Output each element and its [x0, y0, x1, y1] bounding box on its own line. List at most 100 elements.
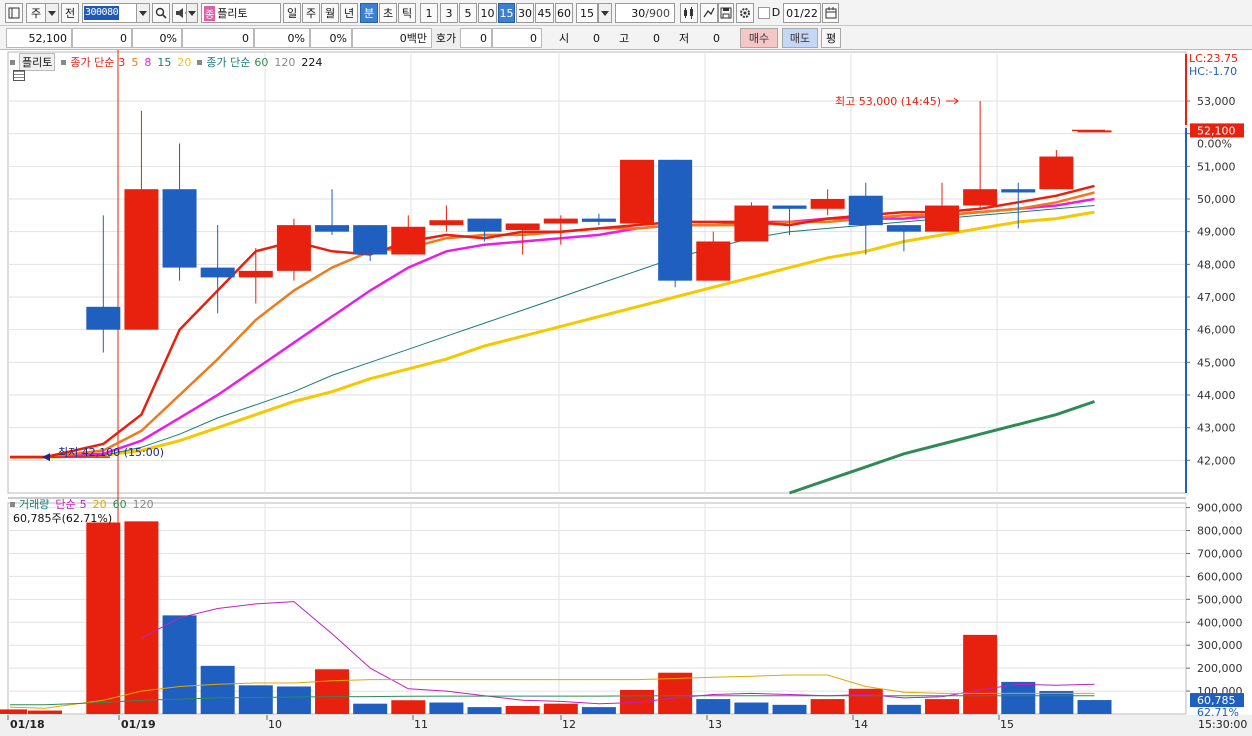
line-tool-icon[interactable]	[700, 3, 718, 23]
chart-area[interactable]: 42,000 43,000 44,000 45,000 46,000 47,000 48,0…	[0, 50, 1252, 736]
period-tab[interactable]: 분	[360, 3, 378, 23]
buy-button[interactable]: 매수	[740, 28, 778, 48]
time-axis-label: 14	[854, 718, 868, 731]
volume-bar	[581, 707, 616, 714]
zero-pct: 0.00%	[1197, 137, 1232, 150]
price-axis-label: 47,000	[1197, 291, 1236, 304]
ma-period-224: 224	[301, 55, 323, 69]
candle-body	[1039, 156, 1074, 190]
prev-button[interactable]: 전	[61, 3, 79, 23]
period-tab[interactable]: 틱	[398, 3, 416, 23]
d-checkbox[interactable]	[758, 7, 770, 19]
speaker-dropdown[interactable]	[186, 3, 198, 23]
volume-bar	[848, 688, 883, 714]
last-price-text: 52,100	[1197, 124, 1236, 137]
volume-bar	[353, 703, 388, 714]
legend-box-icon	[197, 59, 203, 65]
pyeong-button[interactable]: 평	[821, 28, 841, 48]
volume-bar	[734, 702, 769, 714]
candle-body	[963, 189, 998, 206]
candle-body	[925, 205, 960, 232]
volume-bar	[0, 709, 27, 714]
window-icon[interactable]	[5, 3, 23, 23]
count-total: /900	[645, 6, 670, 20]
volume-bar	[620, 689, 655, 714]
grid-toggle-icon[interactable]	[13, 70, 25, 81]
volume-bar	[1001, 681, 1036, 714]
ma-period-15: 15	[157, 55, 172, 69]
interval-dropdown[interactable]	[598, 3, 612, 23]
hoga-label: 호가	[432, 28, 460, 48]
stock-code: 300080	[84, 6, 120, 20]
volume-current: 60,785주(62.71%)	[13, 512, 113, 525]
volume-bar	[1077, 700, 1112, 714]
stock-code-dropdown[interactable]	[136, 3, 150, 23]
candle-type-icon[interactable]	[680, 3, 698, 23]
price-axis-label: 42,000	[1197, 454, 1236, 467]
market-dropdown[interactable]	[45, 3, 59, 23]
candle-body	[581, 218, 616, 222]
quote-rate-2: 0%	[310, 28, 352, 48]
interval-select[interactable]: 15	[576, 3, 598, 23]
stock-code-input[interactable]: 300080	[82, 3, 137, 23]
volume-bar	[543, 703, 578, 714]
interval-tab[interactable]: 10	[478, 3, 497, 23]
interval-tab[interactable]: 15	[498, 3, 515, 23]
search-icon[interactable]	[152, 3, 170, 23]
interval-tab[interactable]: 3	[440, 3, 458, 23]
candle-body	[124, 189, 159, 330]
volume-bar	[772, 704, 807, 714]
save-icon[interactable]	[718, 3, 734, 23]
volume-bar	[963, 634, 998, 714]
market-button[interactable]: 주	[26, 3, 46, 23]
price-axis-label: 53,000	[1197, 95, 1236, 108]
period-tab[interactable]: 년	[340, 3, 358, 23]
candle-body	[696, 241, 731, 281]
count-field[interactable]: 30/900	[615, 3, 675, 23]
candle-body	[429, 220, 464, 226]
candle-body	[353, 225, 388, 255]
interval-tab[interactable]: 60	[555, 3, 573, 23]
stock-name-field[interactable]: 종 플리토	[201, 3, 281, 23]
interval-tab[interactable]: 5	[459, 3, 477, 23]
date-field[interactable]: 01/22	[783, 3, 821, 23]
sell-button[interactable]: 매도	[782, 28, 818, 48]
candle-body	[86, 306, 121, 330]
period-tab[interactable]: 일	[283, 3, 301, 23]
chart-canvas[interactable]: 42,000 43,000 44,000 45,000 46,000 47,000 48,0…	[0, 50, 1252, 736]
quote-bar: 52,100 0 0% 0 0% 0 0% 0백만 호가 0 0 시 0 고 0…	[0, 26, 1252, 50]
ma1-label: 종가 단순	[70, 56, 115, 69]
candle-body	[848, 195, 883, 226]
interval-tab[interactable]: 1	[420, 3, 438, 23]
open-value: 0	[593, 31, 600, 45]
high-annotation: 최고 53,000 (14:45)	[835, 95, 941, 108]
price-axis-label: 44,000	[1197, 389, 1236, 402]
legend-box-icon	[61, 59, 67, 65]
calendar-icon[interactable]	[822, 3, 839, 23]
volume-bar	[1039, 691, 1074, 714]
candle-body	[620, 159, 655, 224]
volume-bar	[391, 700, 426, 714]
price-legend: 플리토 종가 단순 3 5 8 15 20 종가 단순 60 120 224	[10, 53, 322, 71]
legend-box-icon	[10, 59, 15, 65]
vol-ma-period-120: 120	[132, 497, 154, 511]
vol-ma-period-5: 5	[79, 497, 87, 511]
vol-ma-period-60: 60	[112, 497, 127, 511]
volume-bar	[28, 710, 62, 714]
period-tab[interactable]: 초	[379, 3, 397, 23]
candle-body	[276, 225, 311, 271]
price-change: 0	[72, 28, 132, 48]
interval-tab[interactable]: 45	[535, 3, 554, 23]
period-tab[interactable]: 월	[321, 3, 339, 23]
volume-bar	[276, 686, 311, 714]
period-tab[interactable]: 주	[302, 3, 320, 23]
interval-tab[interactable]: 30	[516, 3, 534, 23]
hc-label: HC:-1.70	[1189, 65, 1237, 78]
volume-bar	[315, 669, 350, 714]
time-label: 15:30:00	[1198, 718, 1247, 731]
volume-axis-label: 900,000	[1197, 502, 1243, 515]
settings-gear-icon[interactable]	[736, 3, 754, 23]
high-value: 0	[653, 31, 660, 45]
time-axis-label: 11	[414, 718, 428, 731]
time-axis-label: 15	[1000, 718, 1014, 731]
